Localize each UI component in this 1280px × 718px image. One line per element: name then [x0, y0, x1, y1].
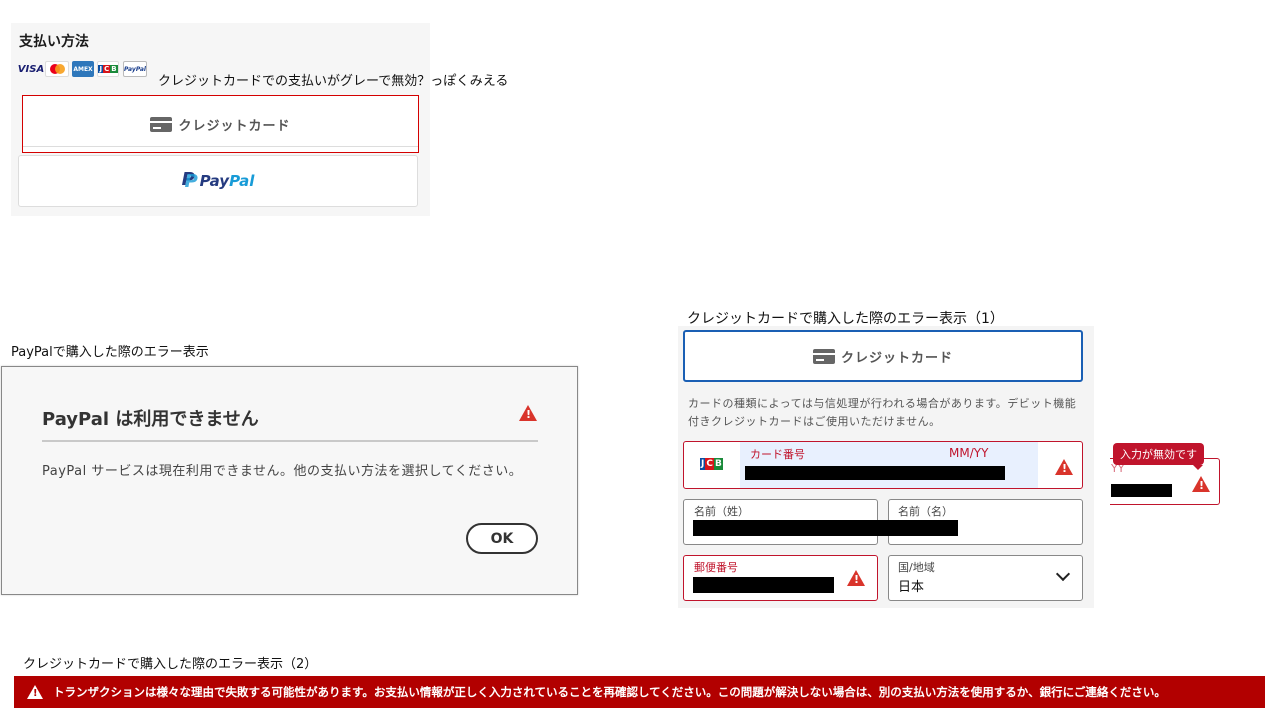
error-banner-text: トランザクションは様々な理由で失敗する可能性があります。お支払い情報が正しく入力…	[53, 685, 1166, 699]
paypal-error-dialog	[1, 366, 578, 595]
payment-method-title: 支払い方法	[19, 34, 89, 50]
redacted-value	[745, 466, 1005, 480]
amex-icon: AMEX	[72, 61, 94, 77]
redacted-value	[693, 577, 834, 593]
credit-card-option-selected[interactable]: クレジットカード	[683, 330, 1083, 382]
country-label: 国/地域	[898, 561, 935, 574]
annotation-note: クレジットカードでの支払いがグレーで無効？っぽくみえる	[158, 74, 509, 89]
credit-card-icon	[812, 348, 835, 364]
jcb-icon: JCB	[700, 458, 723, 470]
warning-icon: !	[1055, 459, 1073, 475]
postal-code-label: 郵便番号	[694, 561, 738, 574]
card-note: カードの種類によっては与信処理が行われる場合があります。デビット機能付きクレジッ…	[688, 397, 1077, 428]
dialog-message: PayPal サービスは現在利用できません。他の支払い方法を選択してください。	[42, 464, 523, 479]
dialog-divider	[42, 440, 538, 442]
card-error-2-caption: クレジットカードで購入した際のエラー表示（2）	[23, 657, 318, 672]
paypal-error-caption: PayPalで購入した際のエラー表示	[11, 345, 209, 360]
card-number-label: カード番号	[750, 448, 805, 461]
credit-card-icon	[150, 116, 173, 132]
warning-icon: !	[847, 570, 865, 586]
dialog-title: PayPal は利用できません	[42, 409, 259, 430]
credit-card-label: クレジットカード	[178, 118, 291, 134]
warning-icon: !	[1192, 476, 1210, 492]
redacted-value	[693, 520, 888, 536]
redacted-value	[1111, 484, 1172, 497]
warning-icon: !	[27, 685, 43, 699]
redacted-value	[888, 520, 958, 536]
invalid-input-tooltip: 入力が無効です	[1113, 443, 1204, 470]
mastercard-icon	[45, 61, 69, 77]
card-error-1-caption: クレジットカードで購入した際のエラー表示（1）	[687, 311, 1004, 327]
ok-button[interactable]: OK	[466, 523, 538, 554]
credit-card-label: クレジットカード	[840, 350, 953, 366]
option-divider	[23, 146, 418, 147]
paypal-option-button[interactable]: PayPal	[18, 155, 418, 207]
expiry-label: MM/YY	[949, 446, 989, 460]
visa-icon: VISA	[17, 63, 45, 75]
credit-card-option-button[interactable]: クレジットカード	[22, 95, 419, 153]
paypal-logo: PayPal	[199, 172, 255, 190]
error-banner: ! トランザクションは様々な理由で失敗する可能性があります。お支払い情報が正しく…	[14, 676, 1265, 708]
first-name-label: 名前（名）	[898, 505, 953, 518]
paypal-brand-icon: PayPal	[123, 61, 147, 77]
country-value: 日本	[898, 580, 925, 595]
jcb-icon: JCB	[97, 61, 119, 77]
warning-icon: !	[519, 405, 537, 421]
last-name-label: 名前（姓）	[694, 505, 749, 518]
paypal-icon	[182, 169, 198, 192]
